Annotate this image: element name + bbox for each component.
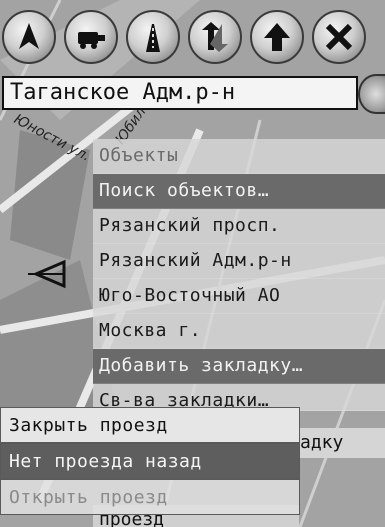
context-menu: Объекты Поиск объектов… Рязанский просп.…	[93, 139, 385, 411]
road-submenu: Закрыть проезд Нет проезда назад Открыть…	[0, 407, 300, 515]
menu-item-peek: адку	[300, 428, 385, 458]
navigation-arrow-icon[interactable]	[2, 10, 56, 64]
menu-item-south-east-ao[interactable]: Юго-Восточный АО	[93, 279, 385, 314]
road-icon[interactable]	[126, 10, 180, 64]
menu-item-search-objects[interactable]: Поиск объектов…	[93, 174, 385, 209]
location-bar[interactable]: Таганское Адм.р-н	[2, 76, 358, 110]
menu-item-open-road: Открыть проезд	[0, 479, 300, 515]
up-arrow-icon[interactable]	[250, 10, 304, 64]
car-icon[interactable]	[64, 10, 118, 64]
menu-item-no-return-road[interactable]: Нет проезда назад	[0, 443, 300, 479]
menu-item-ryazansky-district[interactable]: Рязанский Адм.р-н	[93, 244, 385, 279]
menu-item-close-road[interactable]: Закрыть проезд	[0, 407, 300, 443]
route-arrows-icon[interactable]	[188, 10, 242, 64]
menu-item-ryazansky-prospect[interactable]: Рязанский просп.	[93, 209, 385, 244]
menu-header-objects: Объекты	[93, 139, 385, 174]
menu-item-moscow[interactable]: Москва г.	[93, 314, 385, 349]
close-icon[interactable]	[312, 10, 366, 64]
menu-item-add-bookmark[interactable]: Добавить закладку…	[93, 349, 385, 384]
